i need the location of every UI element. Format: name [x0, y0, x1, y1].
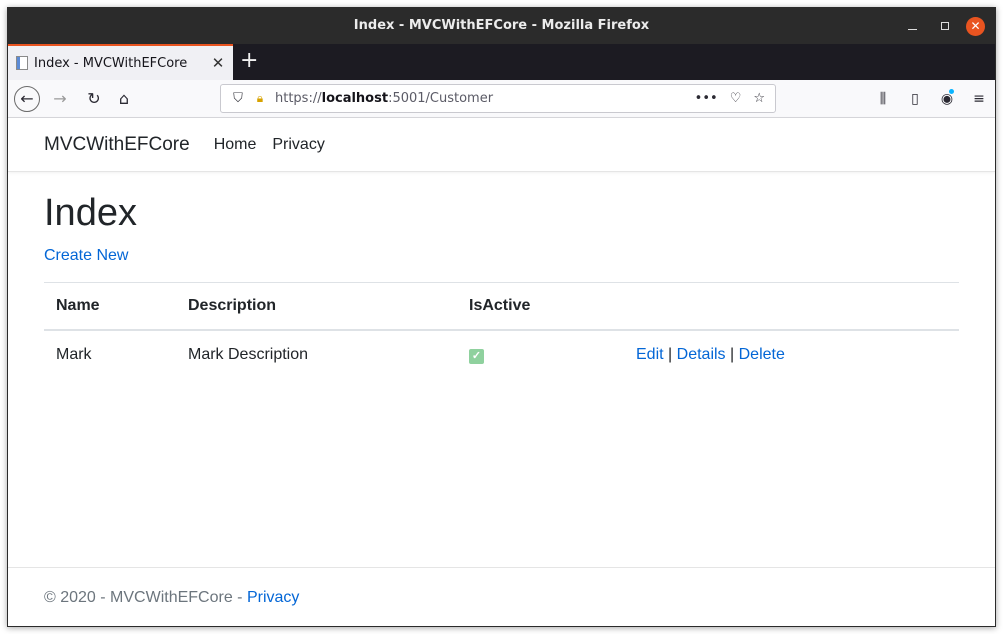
- minimize-icon: [908, 28, 917, 30]
- web-page: MVCWithEFCore Home Privacy Index Create …: [8, 118, 995, 626]
- column-header-name: Name: [44, 281, 176, 331]
- back-arrow-icon: ←: [14, 86, 40, 112]
- sidebar-icon[interactable]: ▯: [899, 91, 931, 107]
- title-bar: Index - MVCWithEFCore - Mozilla Firefox …: [8, 8, 995, 44]
- details-link[interactable]: Details: [677, 346, 726, 363]
- delete-link[interactable]: Delete: [739, 346, 785, 363]
- account-icon[interactable]: ◉: [931, 89, 963, 107]
- insecure-lock-icon[interactable]: 🔒︎: [251, 91, 269, 106]
- nav-link-home[interactable]: Home: [214, 136, 257, 154]
- nav-link-privacy[interactable]: Privacy: [272, 136, 324, 154]
- page-title: Index: [44, 192, 137, 234]
- close-icon: ✕: [966, 16, 985, 36]
- column-header-isactive: IsActive: [457, 281, 624, 331]
- action-separator: |: [668, 345, 673, 363]
- url-path: :5001/Customer: [388, 91, 494, 106]
- site-footer: © 2020 - MVCWithEFCore - Privacy: [8, 567, 995, 626]
- tab-active[interactable]: Index - MVCWithEFCore ✕: [8, 44, 233, 80]
- maximize-icon: [941, 22, 949, 30]
- new-tab-button[interactable]: +: [240, 44, 258, 80]
- reload-icon[interactable]: ↻: [82, 80, 106, 118]
- toolbar-right-icons: ⫼ ▯ ◉ ≡: [867, 80, 995, 118]
- site-navbar: MVCWithEFCore Home Privacy: [8, 118, 995, 172]
- cell-description: Mark Description: [188, 345, 309, 363]
- tab-close-icon[interactable]: ✕: [209, 54, 227, 72]
- maximize-button[interactable]: [941, 8, 949, 44]
- cell-name: Mark: [56, 345, 92, 363]
- footer-privacy-link[interactable]: Privacy: [247, 589, 299, 606]
- page-actions-icon[interactable]: •••: [695, 91, 718, 106]
- bookmark-star-icon[interactable]: ☆: [753, 91, 765, 106]
- page-favicon-icon: [16, 56, 28, 70]
- pocket-icon[interactable]: ♡: [730, 91, 742, 106]
- footer-copyright: © 2020 - MVCWithEFCore -: [44, 589, 247, 606]
- edit-link[interactable]: Edit: [636, 346, 664, 363]
- url-text[interactable]: https://localhost:5001/Customer: [275, 91, 493, 106]
- url-host: localhost: [321, 91, 389, 106]
- column-header-actions: [624, 281, 959, 331]
- site-brand-link[interactable]: MVCWithEFCore: [44, 134, 190, 156]
- minimize-button[interactable]: [908, 8, 917, 44]
- window-title: Index - MVCWithEFCore - Mozilla Firefox: [353, 18, 650, 33]
- close-window-button[interactable]: ✕: [966, 8, 985, 44]
- address-bar[interactable]: ⛉ 🔒︎ https://localhost:5001/Customer •••…: [220, 84, 776, 113]
- customer-table: Name Description IsActive Mark Mark Desc…: [44, 281, 959, 379]
- tab-title: Index - MVCWithEFCore: [34, 55, 188, 71]
- navigation-toolbar: ← → ↻ ⌂ ⛉ 🔒︎ https://localhost:5001/Cust…: [8, 80, 995, 118]
- url-actions: ••• ♡ ☆: [695, 91, 765, 106]
- table-row: Mark Mark Description ✓ Edit | Details |…: [44, 330, 959, 379]
- tab-strip: Index - MVCWithEFCore ✕ +: [8, 44, 995, 80]
- isactive-checkbox[interactable]: ✓: [469, 348, 484, 364]
- cell-isactive: ✓: [457, 330, 624, 379]
- main-content: Index Create New Name Description IsActi…: [8, 192, 995, 379]
- tracking-shield-icon[interactable]: ⛉: [225, 91, 251, 106]
- library-icon[interactable]: ⫼: [867, 91, 899, 107]
- back-button[interactable]: ←: [12, 80, 42, 118]
- hamburger-menu-icon[interactable]: ≡: [963, 91, 995, 107]
- url-scheme: https://: [275, 91, 322, 106]
- browser-window: Index - MVCWithEFCore - Mozilla Firefox …: [7, 7, 996, 627]
- forward-arrow-icon[interactable]: →: [48, 80, 72, 118]
- table-header-row: Name Description IsActive: [44, 281, 959, 331]
- column-header-description: Description: [176, 281, 457, 331]
- home-icon[interactable]: ⌂: [112, 80, 136, 118]
- cell-actions: Edit | Details | Delete: [624, 330, 959, 379]
- create-new-link[interactable]: Create New: [44, 247, 128, 265]
- action-separator: |: [730, 345, 735, 363]
